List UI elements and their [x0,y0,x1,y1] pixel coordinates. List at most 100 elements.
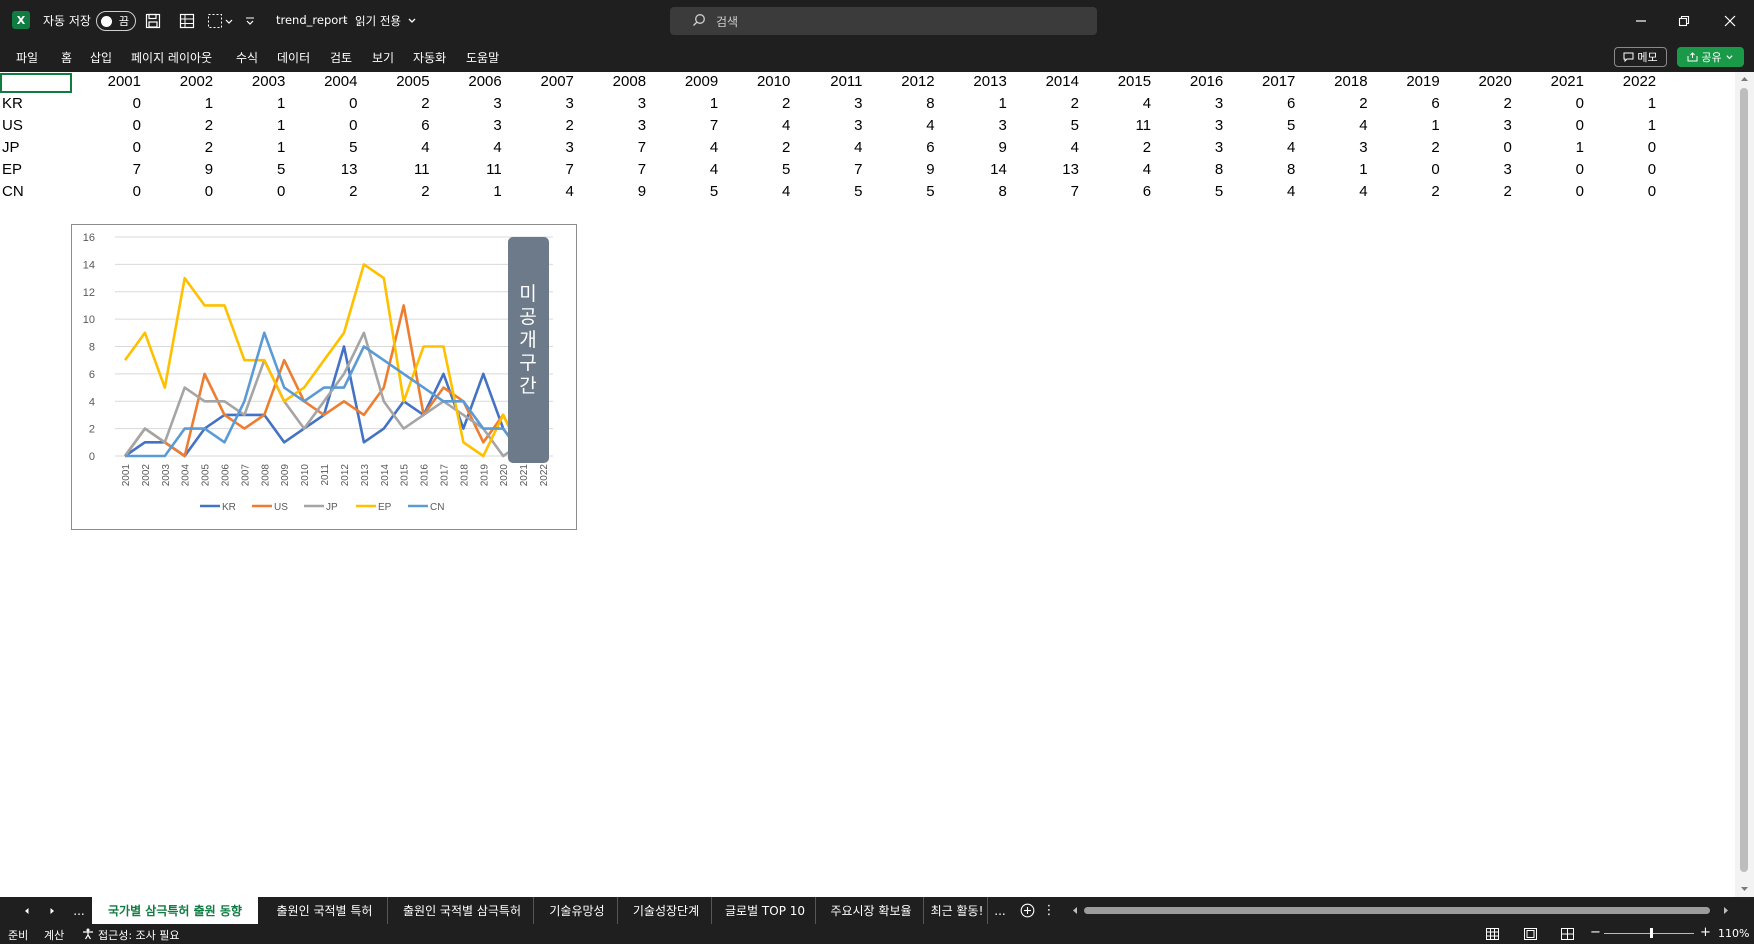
data-cell[interactable]: 9 [153,161,213,178]
data-cell[interactable]: 5 [875,183,934,200]
zoom-out-icon[interactable]: − [1590,925,1601,940]
year-header-cell[interactable]: 2006 [442,73,501,90]
sheet-tab[interactable]: 국가별 삼극특허 출원 동향 [92,897,258,924]
data-cell[interactable]: 1 [153,95,213,112]
year-header-cell[interactable]: 2008 [586,73,646,90]
minimize-icon[interactable] [1623,8,1659,34]
data-cell[interactable]: 0 [1380,161,1439,178]
line-chart[interactable]: 0 2 4 6 8 10 12 14 16 2001 2002 2003 2004 2005 2006 20… [71,224,577,530]
data-cell[interactable]: 6 [1380,95,1439,112]
data-cell[interactable]: 6 [1235,95,1295,112]
accessibility-icon[interactable] [82,928,94,940]
data-cell[interactable]: 8 [1163,161,1223,178]
sheet-tab[interactable]: 기술성장단계 [621,897,712,924]
save-icon[interactable] [144,12,162,30]
data-cell[interactable]: 2 [153,139,213,156]
data-cell[interactable]: 0 [81,139,141,156]
data-cell[interactable]: 3 [514,139,574,156]
borders-dropdown-icon[interactable] [206,12,236,30]
data-cell[interactable]: 3 [442,95,501,112]
data-cell[interactable]: 2 [1380,139,1439,156]
year-header-cell[interactable]: 2010 [730,73,790,90]
year-header-cell[interactable]: 2004 [297,73,357,90]
data-cell[interactable]: 6 [1091,183,1151,200]
data-cell[interactable]: 14 [947,161,1007,178]
data-cell[interactable]: 4 [1091,95,1151,112]
data-cell[interactable]: 0 [1596,161,1656,178]
data-cell[interactable]: 3 [1163,117,1223,134]
status-accessibility[interactable]: 접근성: 조사 필요 [98,927,180,943]
data-cell[interactable]: 9 [586,183,646,200]
data-cell[interactable]: 5 [1019,117,1079,134]
tab-more-right[interactable]: ... [990,897,1010,924]
data-cell[interactable]: 1 [947,95,1006,112]
data-cell[interactable]: 8 [947,183,1006,200]
sheet-tab[interactable]: 최근 활동! [927,897,988,924]
data-cell[interactable]: 7 [514,161,574,178]
data-cell[interactable]: 2 [1091,139,1151,156]
data-cell[interactable]: 0 [1524,161,1584,178]
data-cell[interactable]: 3 [514,95,574,112]
close-icon[interactable] [1712,8,1748,34]
data-cell[interactable]: 1 [1308,161,1367,178]
year-header-cell[interactable]: 2018 [1308,73,1367,90]
data-cell[interactable]: 4 [1308,117,1367,134]
data-cell[interactable]: 7 [586,139,646,156]
data-cell[interactable]: 0 [1596,139,1656,156]
page-break-view-icon[interactable] [1561,928,1574,940]
data-cell[interactable]: 5 [225,161,285,178]
data-cell[interactable]: 4 [514,183,574,200]
data-cell[interactable]: 6 [875,139,934,156]
menu-formulas[interactable]: 수식 [236,49,258,66]
data-cell[interactable]: 0 [225,183,285,200]
data-cell[interactable]: 0 [81,117,141,134]
sheet-tab[interactable]: 출원인 국적별 특허 [262,897,388,924]
data-cell[interactable]: 4 [1308,183,1367,200]
data-cell[interactable]: 7 [803,161,862,178]
tab-scroll-right-icon[interactable] [43,897,61,924]
status-calculate[interactable]: 계산 [44,927,64,943]
data-cell[interactable]: 1 [225,117,285,134]
data-cell[interactable]: 1 [1380,117,1439,134]
menu-automate[interactable]: 자동화 [413,49,446,66]
autosave-toggle[interactable]: 끔 [96,11,136,31]
row-label-cell[interactable]: US [2,117,23,134]
data-cell[interactable]: 5 [1235,117,1295,134]
data-cell[interactable]: 0 [1524,95,1584,112]
data-cell[interactable]: 0 [153,183,213,200]
data-cell[interactable]: 0 [1452,139,1512,156]
active-cell-selection[interactable] [0,73,72,93]
data-cell[interactable]: 1 [225,139,285,156]
data-cell[interactable]: 1 [1596,95,1656,112]
menu-review[interactable]: 검토 [330,49,352,66]
data-cell[interactable]: 9 [947,139,1006,156]
data-cell[interactable]: 0 [1596,183,1656,200]
menu-insert[interactable]: 삽입 [90,49,112,66]
normal-view-icon[interactable] [1486,928,1499,940]
sheet-tab[interactable]: 주요시장 확보율 [819,897,924,924]
year-header-cell[interactable]: 2021 [1524,73,1584,90]
row-label-cell[interactable]: EP [2,161,22,178]
year-header-cell[interactable]: 2014 [1019,73,1079,90]
zoom-slider-track[interactable] [1604,933,1694,934]
data-cell[interactable]: 2 [1452,183,1512,200]
year-header-cell[interactable]: 2016 [1163,73,1223,90]
data-cell[interactable]: 3 [586,117,646,134]
menu-home[interactable]: 홈 [61,49,72,66]
data-cell[interactable]: 4 [370,139,429,156]
menu-view[interactable]: 보기 [372,49,394,66]
data-cell[interactable]: 5 [730,161,790,178]
year-header-cell[interactable]: 2013 [947,73,1006,90]
data-cell[interactable]: 0 [81,183,141,200]
sheet-tab[interactable]: 출원인 국적별 삼극특허 [391,897,534,924]
data-cell[interactable]: 3 [586,95,646,112]
year-header-cell[interactable]: 2017 [1235,73,1295,90]
year-header-cell[interactable]: 2011 [803,73,862,90]
data-cell[interactable]: 5 [1163,183,1223,200]
data-cell[interactable]: 4 [875,117,934,134]
data-cell[interactable]: 11 [370,161,430,178]
data-cell[interactable]: 1 [1596,117,1656,134]
data-cell[interactable]: 4 [658,161,718,178]
vertical-scroll-thumb[interactable] [1740,88,1748,872]
year-header-cell[interactable]: 2005 [370,73,429,90]
